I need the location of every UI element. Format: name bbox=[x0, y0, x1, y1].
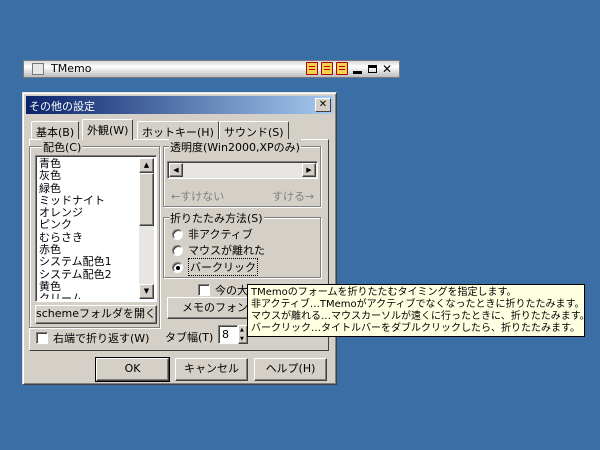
radio-icon bbox=[172, 228, 183, 240]
dialog-title: その他の設定 bbox=[29, 100, 95, 113]
tab-basic[interactable]: 基本(B) bbox=[31, 121, 80, 139]
scroll-up-icon[interactable]: ▲ bbox=[139, 158, 154, 173]
transparency-slider[interactable]: ◀ ▶ bbox=[167, 161, 318, 179]
radio-selected-icon bbox=[172, 261, 183, 273]
ok-button[interactable]: OK bbox=[95, 357, 170, 382]
checkbox-icon bbox=[36, 332, 48, 344]
fold-inactive-radio[interactable]: 非アクティブ bbox=[172, 226, 253, 242]
tmemo-title: TMemo bbox=[51, 62, 92, 75]
fold-bar-click-radio[interactable]: バークリック bbox=[172, 258, 258, 276]
spin-down-icon[interactable]: ▼ bbox=[240, 336, 244, 342]
transparency-label: 透明度(Win2000,XPのみ) bbox=[169, 139, 301, 155]
memo-icon[interactable] bbox=[321, 62, 333, 75]
dialog-titlebar[interactable]: その他の設定 ✕ bbox=[26, 96, 333, 114]
fold-method-label: 折りたたみ方法(S) bbox=[169, 210, 264, 226]
color-scheme-item[interactable]: クリーム bbox=[38, 292, 140, 299]
scroll-thumb[interactable] bbox=[139, 173, 154, 226]
app-icon[interactable] bbox=[32, 63, 44, 75]
close-icon[interactable]: ✕ bbox=[381, 62, 393, 75]
tab-width-input[interactable]: 8 bbox=[218, 325, 238, 344]
transparency-min-label: ←すけない bbox=[171, 190, 225, 203]
tooltip-line: マウスが離れる…マウスカーソルが遠くに行ったときに、折りたたみます。 bbox=[251, 311, 585, 322]
color-scheme-item[interactable]: ピンク bbox=[38, 219, 140, 232]
tooltip-line: 非アクティブ…TMemoがアクティブでなくなったときに折りたたみます。 bbox=[251, 299, 585, 310]
tab-width-value: 8 bbox=[222, 328, 229, 341]
tooltip-line: バークリック…タイトルバーをダブルクリックしたら、折りたたみます。 bbox=[251, 323, 580, 334]
open-scheme-folder-button[interactable]: schemeフォルダを開く bbox=[35, 305, 157, 324]
tab-appearance[interactable]: 外観(W) bbox=[82, 119, 134, 140]
memo-icon[interactable] bbox=[306, 62, 318, 75]
fold-method-tooltip: TMemoのフォームを折りたたむタイミングを指定します。 非アクティブ…TMem… bbox=[247, 284, 585, 337]
help-button[interactable]: ヘルプ(H) bbox=[254, 358, 327, 381]
color-scheme-label: 配色(C) bbox=[42, 139, 83, 155]
tmemo-titlebar[interactable]: TMemo ✕ bbox=[23, 60, 400, 78]
minimize-icon[interactable] bbox=[351, 62, 363, 75]
tab-width-label: タブ幅(T) bbox=[165, 331, 214, 344]
spin-up-icon[interactable]: ▲ bbox=[240, 327, 244, 333]
maximize-icon[interactable] bbox=[366, 62, 378, 75]
color-scheme-item[interactable]: 灰色 bbox=[38, 169, 140, 182]
radio-label: バークリック bbox=[188, 258, 258, 276]
partial-checkbox-label: 今の大 bbox=[215, 284, 248, 297]
tooltip-line: TMemoのフォームを折りたたむタイミングを指定します。 bbox=[251, 287, 517, 298]
checkbox-icon bbox=[198, 284, 210, 296]
dialog-close-button[interactable]: ✕ bbox=[315, 98, 331, 112]
close-icon: ✕ bbox=[318, 99, 328, 110]
tab-appearance-label: 外観(W) bbox=[87, 124, 129, 137]
cancel-button[interactable]: キャンセル bbox=[175, 358, 248, 381]
wrap-checkbox[interactable]: 右端で折り返す(W) bbox=[36, 330, 149, 346]
memo-icon[interactable] bbox=[336, 62, 348, 75]
radio-label: マウスが離れた bbox=[188, 244, 265, 257]
slider-left-icon[interactable]: ◀ bbox=[169, 163, 183, 177]
radio-icon bbox=[172, 244, 183, 256]
list-scrollbar[interactable]: ▲ ▼ bbox=[139, 158, 154, 299]
tab-sound[interactable]: サウンド(S) bbox=[219, 121, 289, 139]
fold-mouse-leave-radio[interactable]: マウスが離れた bbox=[172, 242, 265, 258]
transparency-max-label: すける→ bbox=[272, 190, 315, 203]
radio-label: 非アクティブ bbox=[188, 228, 253, 241]
color-scheme-item[interactable]: システム配色1 bbox=[38, 256, 140, 269]
slider-right-icon[interactable]: ▶ bbox=[302, 163, 316, 177]
tab-hotkey[interactable]: ホットキー(H) bbox=[137, 121, 219, 139]
color-scheme-list[interactable]: 青色 灰色 緑色 ミッドナイト オレンジ ピンク むらさき 赤色 システム配色1 システム配色2 黄… bbox=[35, 155, 157, 302]
wrap-checkbox-label: 右端で折り返す(W) bbox=[53, 332, 150, 345]
partial-checkbox[interactable]: 今の大 bbox=[198, 282, 248, 298]
scroll-down-icon[interactable]: ▼ bbox=[139, 284, 154, 299]
